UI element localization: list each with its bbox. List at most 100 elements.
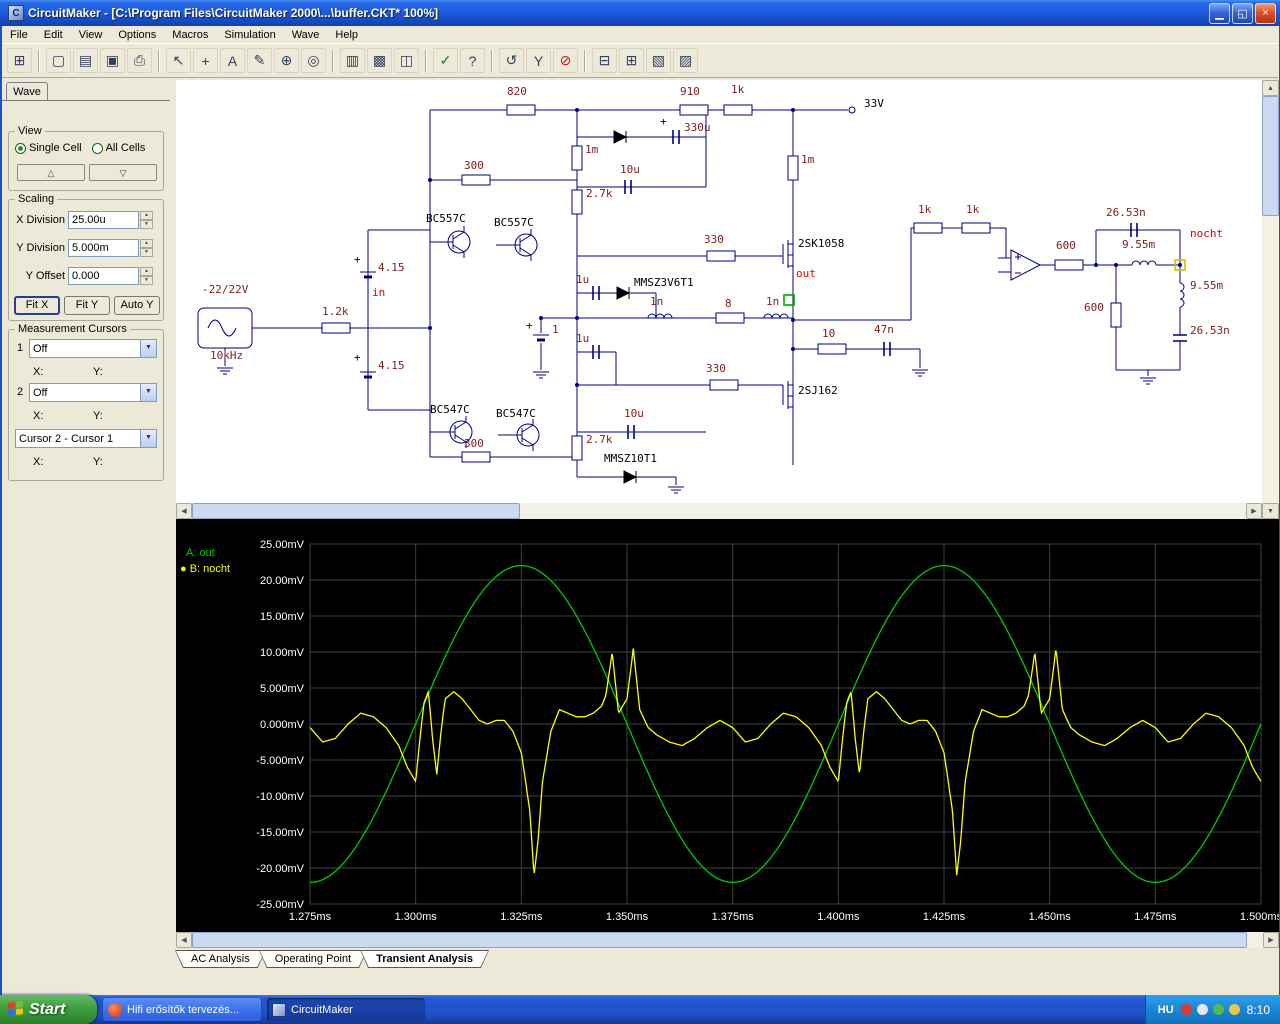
cursor1-x-label: X:	[33, 366, 44, 378]
tile-horizontal-icon[interactable]: ⊟	[592, 48, 617, 73]
component-label-47n: 47n	[874, 323, 894, 336]
menu-macros[interactable]: Macros	[164, 27, 216, 43]
x-division-spin-down[interactable]: ▼	[140, 219, 153, 229]
menu-edit[interactable]: Edit	[36, 27, 71, 43]
scaling-group-title: Scaling	[15, 193, 58, 205]
language-indicator[interactable]: HU	[1158, 1004, 1174, 1016]
tile-vertical-icon[interactable]: ⊞	[619, 48, 644, 73]
menu-simulation[interactable]: Simulation	[216, 27, 283, 43]
parts-browser-icon[interactable]: ⊞	[7, 48, 32, 73]
component-label-in: in	[372, 286, 386, 299]
cursor1-value: Off	[33, 342, 48, 355]
cursor2-dropdown-icon[interactable]: ▼	[140, 384, 156, 401]
cursor-diff-dropdown-icon[interactable]: ▼	[140, 430, 156, 447]
tab-ac-analysis[interactable]: AC Analysis	[175, 950, 266, 968]
restore-button[interactable]: ◱	[1232, 2, 1253, 24]
scroll-up-icon[interactable]: ▲	[1262, 80, 1279, 96]
open-file-icon[interactable]: ▤	[73, 48, 98, 73]
status-red-icon[interactable]	[1180, 1004, 1192, 1015]
radio-single-cell-circle[interactable]	[15, 142, 26, 154]
trace-up-button[interactable]: △	[17, 164, 85, 181]
cursor-diff-value: Cursor 2 - Cursor 1	[19, 432, 114, 445]
scroll-right-icon[interactable]: ▶	[1263, 932, 1279, 948]
cursor1-dropdown-icon[interactable]: ▼	[140, 340, 156, 357]
schematic-vscrollbar[interactable]: ▲ ▼	[1262, 80, 1279, 519]
cascade-windows-icon[interactable]: ▧	[646, 48, 671, 73]
trace-down-button[interactable]: ▽	[89, 164, 157, 181]
minimize-button[interactable]: ▁	[1209, 2, 1230, 24]
page-preview-icon[interactable]: ▥	[340, 48, 365, 73]
auto-y-button[interactable]: Auto Y	[114, 296, 160, 315]
schematic-vscroll-thumb[interactable]	[1262, 96, 1279, 216]
opamp	[1010, 249, 1042, 281]
wye-tool-icon[interactable]: Y	[526, 48, 551, 73]
x-division-input[interactable]	[68, 210, 139, 229]
clock[interactable]: 8:10	[1247, 1003, 1270, 1017]
tab-operating-point[interactable]: Operating Point	[259, 950, 367, 968]
y-division-input[interactable]	[68, 238, 139, 257]
scroll-left-icon[interactable]: ◀	[176, 932, 192, 948]
schematic-hscroll-thumb[interactable]	[192, 503, 520, 519]
new-file-icon[interactable]: ▢	[46, 48, 71, 73]
split-view-icon[interactable]: ◫	[394, 48, 419, 73]
cursor2-select[interactable]: Off ▼	[29, 383, 157, 402]
cursor2-y-label: Y:	[93, 410, 103, 422]
zoom-area-tool-icon[interactable]: ⊕	[274, 48, 299, 73]
arrange-windows-icon[interactable]: ▨	[673, 48, 698, 73]
menu-options[interactable]: Options	[110, 27, 164, 43]
schematic-canvas[interactable]: 820 910 1k 33V +330u 1m 1m 10u 300 2.7k BC557C BC55…	[176, 80, 1262, 503]
scroll-right-icon[interactable]: ▶	[1246, 503, 1262, 519]
component-label-600: 600	[1084, 301, 1104, 314]
menu-wave[interactable]: Wave	[284, 27, 328, 43]
schematic-hscrollbar[interactable]: ◀ ▶	[176, 503, 1262, 519]
menu-help[interactable]: Help	[327, 27, 366, 43]
menu-file[interactable]: File	[2, 27, 36, 43]
scroll-left-icon[interactable]: ◀	[176, 503, 192, 519]
y-division-spin-up[interactable]: ▲	[140, 238, 153, 248]
help-icon[interactable]: ?	[460, 48, 485, 73]
fit-y-button[interactable]: Fit Y	[64, 296, 110, 315]
y-offset-spin-down[interactable]: ▼	[140, 275, 153, 285]
component-label-2-7k: 2.7k	[586, 187, 613, 200]
radio-single-cell-label: Single Cell	[29, 142, 82, 154]
x-division-spin-up[interactable]: ▲	[140, 210, 153, 220]
taskbar-item-hifi-er-s-t-k-tervez-s[interactable]: Hifi erősítők tervezés...	[103, 998, 261, 1021]
tab-transient-analysis[interactable]: Transient Analysis	[360, 950, 489, 968]
tab-wave[interactable]: Wave	[6, 82, 48, 101]
menu-view[interactable]: View	[71, 27, 111, 43]
save-file-icon[interactable]: ▣	[100, 48, 125, 73]
probe-tool-icon[interactable]: ✎	[247, 48, 272, 73]
copy-tool-icon[interactable]: ▩	[367, 48, 392, 73]
taskbar-item-circuitmaker[interactable]: CircuitMaker	[267, 998, 425, 1021]
component-label-300: 300	[464, 437, 484, 450]
radio-all-cells-circle[interactable]	[91, 142, 103, 154]
titlebar[interactable]: C CircuitMaker - [C:\Program Files\Circu…	[0, 0, 1280, 26]
waveform-plot[interactable]: 1.275ms 1.300ms 1.325ms 1.350ms 1.375ms 1.400…	[176, 519, 1280, 932]
radio-all-cells[interactable]: All Cells	[91, 142, 145, 154]
stop-simulation-icon[interactable]: ⊘	[553, 48, 578, 73]
zoom-tool-icon[interactable]: ◎	[301, 48, 326, 73]
y-offset-input[interactable]	[68, 266, 139, 285]
scroll-down-icon[interactable]: ▼	[1262, 503, 1279, 519]
add-part-icon[interactable]: +	[193, 48, 218, 73]
status-yellow-icon[interactable]	[1228, 1004, 1240, 1015]
cursor-diff-select[interactable]: Cursor 2 - Cursor 1 ▼	[15, 429, 157, 448]
status-green-icon[interactable]	[1212, 1004, 1224, 1015]
close-button[interactable]: ×	[1255, 2, 1276, 24]
y-offset-spin-up[interactable]: ▲	[140, 266, 153, 276]
svg-text:-20.00mV: -20.00mV	[256, 863, 304, 875]
text-tool-icon[interactable]: A	[220, 48, 245, 73]
cursor1-select[interactable]: Off ▼	[29, 339, 157, 358]
undo-icon[interactable]: ↺	[499, 48, 524, 73]
print-icon[interactable]: ⎙	[127, 48, 152, 73]
rule-check-icon[interactable]: ✓	[433, 48, 458, 73]
volume-icon[interactable]	[1196, 1004, 1208, 1015]
fit-x-button[interactable]: Fit X	[14, 296, 60, 315]
arrow-tool-icon[interactable]: ↖	[166, 48, 191, 73]
radio-single-cell[interactable]: Single Cell	[15, 142, 82, 154]
waveform-hscroll-thumb[interactable]	[192, 932, 1247, 948]
measurement-cursors-group: Measurement Cursors 1 Off ▼ X: Y: 2 Off …	[8, 323, 164, 481]
waveform-hscrollbar[interactable]: ◀ ▶	[176, 932, 1279, 948]
y-division-spin-down[interactable]: ▼	[140, 247, 153, 257]
start-button[interactable]: Start	[0, 995, 97, 1024]
